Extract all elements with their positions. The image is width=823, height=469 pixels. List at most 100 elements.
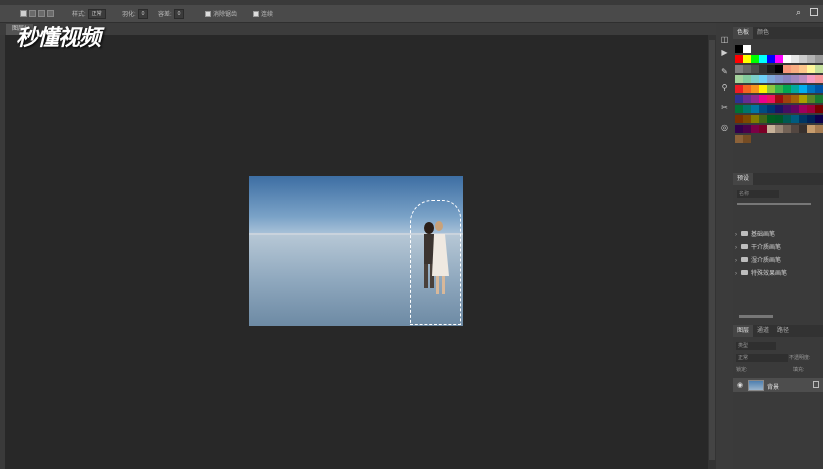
- tools-icon[interactable]: ✂: [720, 103, 729, 112]
- color-swatch[interactable]: [743, 115, 751, 123]
- workspace-icon[interactable]: [810, 8, 818, 16]
- contiguous-checkbox[interactable]: [253, 10, 259, 17]
- color-swatch[interactable]: [767, 125, 775, 133]
- size-slider[interactable]: [737, 203, 811, 205]
- color-swatch[interactable]: [751, 85, 759, 93]
- color-swatch[interactable]: [799, 65, 807, 73]
- color-swatch[interactable]: [815, 85, 823, 93]
- color-swatch[interactable]: [751, 95, 759, 103]
- color-swatch[interactable]: [783, 85, 791, 93]
- color-swatch[interactable]: [743, 85, 751, 93]
- color-swatch[interactable]: [783, 75, 791, 83]
- color-swatch[interactable]: [791, 105, 799, 113]
- color-swatch[interactable]: [775, 85, 783, 93]
- color-swatch[interactable]: [807, 65, 815, 73]
- color-swatch[interactable]: [743, 65, 751, 73]
- color-swatch[interactable]: [759, 75, 767, 83]
- color-swatch[interactable]: [735, 125, 743, 133]
- color-swatch[interactable]: [775, 115, 783, 123]
- color-swatch[interactable]: [791, 85, 799, 93]
- color-swatch[interactable]: [759, 115, 767, 123]
- color-swatch[interactable]: [759, 125, 767, 133]
- brush-settings-icon[interactable]: ✎: [720, 67, 729, 76]
- color-swatch[interactable]: [759, 55, 767, 63]
- color-swatch[interactable]: [815, 115, 823, 123]
- color-swatch[interactable]: [759, 105, 767, 113]
- tab-color[interactable]: 颜色: [753, 27, 773, 39]
- color-swatch[interactable]: [799, 125, 807, 133]
- color-swatch[interactable]: [743, 105, 751, 113]
- antialias-checkbox[interactable]: [205, 10, 211, 17]
- color-swatch[interactable]: [767, 65, 775, 73]
- color-swatch[interactable]: [767, 75, 775, 83]
- color-swatch[interactable]: [815, 125, 823, 133]
- layer-filter-dropdown[interactable]: 类型: [736, 342, 776, 350]
- color-swatch[interactable]: [759, 65, 767, 73]
- color-swatch[interactable]: [807, 125, 815, 133]
- tab-presets[interactable]: 预设: [733, 173, 754, 185]
- color-swatch[interactable]: [735, 75, 743, 83]
- color-swatch[interactable]: [799, 55, 807, 63]
- feather-input[interactable]: 0: [137, 8, 149, 19]
- presets-search-input[interactable]: 名称: [737, 190, 779, 198]
- color-swatch[interactable]: [775, 95, 783, 103]
- color-swatch[interactable]: [775, 55, 783, 63]
- color-swatch[interactable]: [767, 115, 775, 123]
- color-swatch[interactable]: [743, 125, 751, 133]
- color-swatch[interactable]: [783, 65, 791, 73]
- color-swatch[interactable]: [815, 95, 823, 103]
- color-swatch[interactable]: [735, 135, 743, 143]
- color-swatch[interactable]: [735, 95, 743, 103]
- color-swatch[interactable]: [743, 55, 751, 63]
- color-swatch[interactable]: [791, 75, 799, 83]
- color-swatch[interactable]: [775, 65, 783, 73]
- color-swatch[interactable]: [815, 75, 823, 83]
- color-swatch[interactable]: [791, 65, 799, 73]
- color-swatch[interactable]: [751, 55, 759, 63]
- color-swatch[interactable]: [807, 55, 815, 63]
- color-swatch[interactable]: [807, 115, 815, 123]
- search-icon[interactable]: ⌕: [796, 7, 801, 18]
- history-icon[interactable]: ◫: [720, 35, 729, 44]
- color-swatch[interactable]: [791, 95, 799, 103]
- color-swatch[interactable]: [735, 105, 743, 113]
- preset-group-wet[interactable]: › 湿介质画笔: [735, 255, 781, 267]
- color-swatch[interactable]: [775, 125, 783, 133]
- color-swatch[interactable]: [815, 55, 823, 63]
- color-swatch[interactable]: [783, 105, 791, 113]
- color-swatch[interactable]: [735, 115, 743, 123]
- color-swatch[interactable]: [767, 95, 775, 103]
- color-swatch[interactable]: [783, 125, 791, 133]
- color-swatch[interactable]: [775, 105, 783, 113]
- color-swatch[interactable]: [783, 95, 791, 103]
- tab-paths[interactable]: 路径: [773, 325, 793, 337]
- color-swatch[interactable]: [751, 105, 759, 113]
- color-swatch[interactable]: [735, 65, 743, 73]
- color-swatch[interactable]: [815, 65, 823, 73]
- tab-swatches[interactable]: 色板: [733, 27, 754, 39]
- color-swatch[interactable]: [735, 45, 743, 53]
- preset-group-basic[interactable]: › 基础画笔: [735, 229, 775, 241]
- color-swatch[interactable]: [743, 95, 751, 103]
- play-actions-icon[interactable]: ▶: [720, 48, 729, 57]
- color-swatch[interactable]: [791, 115, 799, 123]
- color-swatch[interactable]: [791, 125, 799, 133]
- color-swatch[interactable]: [791, 55, 799, 63]
- color-swatch[interactable]: [815, 105, 823, 113]
- color-swatch[interactable]: [743, 135, 751, 143]
- color-swatch[interactable]: [759, 95, 767, 103]
- color-swatch[interactable]: [751, 65, 759, 73]
- color-swatch[interactable]: [807, 85, 815, 93]
- color-swatch[interactable]: [751, 115, 759, 123]
- color-swatch[interactable]: [799, 85, 807, 93]
- color-swatch[interactable]: [767, 105, 775, 113]
- style-dropdown[interactable]: 正常: [87, 8, 106, 19]
- color-swatch[interactable]: [799, 75, 807, 83]
- adjust-icon[interactable]: ⚲: [720, 83, 729, 92]
- vertical-scrollbar-thumb[interactable]: [709, 40, 715, 460]
- color-swatch[interactable]: [799, 115, 807, 123]
- add-to-selection-icon[interactable]: [29, 10, 36, 17]
- tolerance-input[interactable]: 0: [173, 8, 185, 19]
- blend-mode-dropdown[interactable]: 正常: [736, 354, 788, 362]
- color-swatch[interactable]: [767, 85, 775, 93]
